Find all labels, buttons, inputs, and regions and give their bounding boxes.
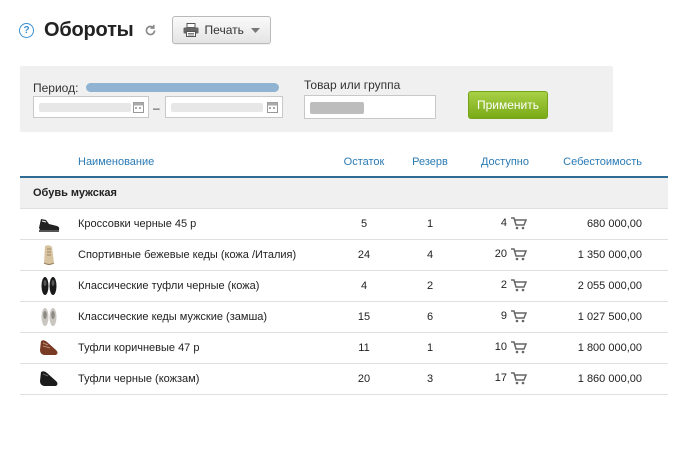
product-name: Кроссовки черные 45 р (78, 208, 318, 240)
column-stock[interactable]: Остаток (318, 148, 410, 178)
page-header: ? Обороты Печать (19, 16, 271, 44)
stock-value: 20 (318, 363, 410, 395)
group-title: Обувь мужская (20, 177, 668, 209)
cart-icon[interactable] (511, 248, 527, 261)
product-image (20, 208, 78, 240)
chevron-down-icon (250, 27, 260, 33)
product-image (20, 270, 78, 302)
group-row[interactable]: Обувь мужская (20, 177, 668, 209)
reserve-value: 3 (410, 363, 450, 395)
product-input[interactable] (304, 95, 436, 119)
cost-value: 2 055 000,00 (560, 270, 668, 302)
refresh-icon[interactable] (144, 23, 158, 37)
reserve-value: 1 (410, 208, 450, 240)
available-value: 4 (500, 217, 507, 230)
date-to-input[interactable] (165, 96, 283, 118)
stock-value: 11 (318, 332, 410, 364)
reserve-value: 4 (410, 239, 450, 271)
help-icon[interactable]: ? (19, 22, 34, 38)
cart-icon[interactable] (511, 279, 527, 292)
table-row[interactable]: Кроссовки черные 45 р 5 1 4 680 000,00 (20, 208, 668, 240)
column-reserve[interactable]: Резерв (410, 148, 450, 178)
available-value: 17 (494, 372, 507, 385)
cost-value: 1 027 500,00 (560, 301, 668, 333)
product-name: Классические кеды мужские (замша) (78, 301, 318, 333)
apply-button[interactable]: Применить (468, 91, 548, 119)
product-image (20, 363, 78, 395)
product-placeholder (310, 102, 364, 114)
cart-icon[interactable] (511, 372, 527, 385)
period-selector[interactable] (86, 83, 279, 92)
cost-value: 1 800 000,00 (560, 332, 668, 364)
reserve-value: 6 (410, 301, 450, 333)
table-row[interactable]: Туфли коричневые 47 р 11 1 10 1 800 000,… (20, 332, 668, 364)
stock-value: 4 (318, 270, 410, 302)
cart-icon[interactable] (511, 310, 527, 323)
date-from-input[interactable] (33, 96, 149, 118)
table-row[interactable]: Классические кеды мужские (замша) 15 6 9… (20, 301, 668, 333)
column-available[interactable]: Доступно (450, 148, 560, 178)
cart-icon[interactable] (511, 217, 527, 230)
cost-value: 1 350 000,00 (560, 239, 668, 271)
product-image (20, 301, 78, 333)
available-value: 2 (500, 279, 507, 292)
reserve-value: 2 (410, 270, 450, 302)
product-name: Туфли черные (кожзам) (78, 363, 318, 395)
cost-value: 680 000,00 (560, 208, 668, 240)
reserve-value: 1 (410, 332, 450, 364)
print-button-label: Печать (204, 23, 244, 37)
page-title: Обороты (44, 18, 134, 41)
product-name: Туфли коричневые 47 р (78, 332, 318, 364)
date-to-placeholder (171, 103, 263, 112)
available-value: 9 (500, 310, 507, 323)
product-image (20, 239, 78, 271)
date-range-separator: – (153, 101, 160, 115)
product-label: Товар или группа (304, 78, 401, 92)
cart-icon[interactable] (511, 341, 527, 354)
table-row[interactable]: Классические туфли черные (кожа) 4 2 2 2… (20, 270, 668, 302)
stock-value: 24 (318, 239, 410, 271)
print-button[interactable]: Печать (171, 16, 271, 44)
product-image (20, 332, 78, 364)
cost-value: 1 860 000,00 (560, 363, 668, 395)
available-value: 20 (494, 248, 507, 261)
stock-value: 5 (318, 208, 410, 240)
column-cost[interactable]: Себестоимость (560, 148, 668, 178)
table-row[interactable]: Спортивные бежевые кеды (кожа /Италия) 2… (20, 239, 668, 271)
stock-value: 15 (318, 301, 410, 333)
period-label: Период: (33, 81, 79, 95)
printer-icon (183, 23, 199, 37)
table-row[interactable]: Туфли черные (кожзам) 20 3 17 1 860 000,… (20, 363, 668, 395)
calendar-icon[interactable] (267, 101, 278, 113)
date-from-placeholder (39, 103, 131, 112)
product-name: Классические туфли черные (кожа) (78, 270, 318, 302)
column-name[interactable]: Наименование (20, 148, 318, 178)
filter-panel: Период: – Товар или группа Применить (20, 66, 613, 132)
available-value: 10 (494, 341, 507, 354)
turnover-table: Наименование Остаток Резерв Доступно Себ… (20, 148, 668, 395)
table-header-row: Наименование Остаток Резерв Доступно Себ… (20, 148, 668, 178)
product-name: Спортивные бежевые кеды (кожа /Италия) (78, 239, 318, 271)
calendar-icon[interactable] (133, 101, 144, 113)
